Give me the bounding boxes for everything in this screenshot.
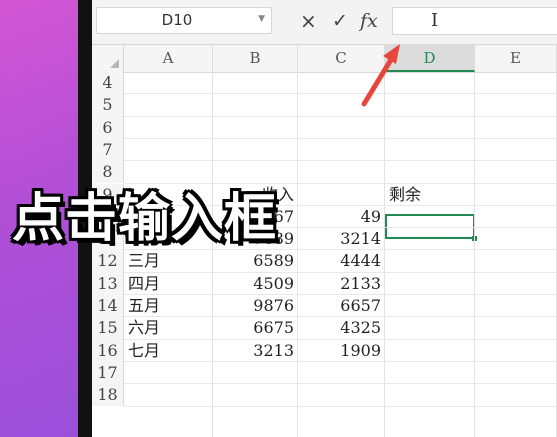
overlay-caption: 点击输入框 bbox=[12, 189, 278, 249]
